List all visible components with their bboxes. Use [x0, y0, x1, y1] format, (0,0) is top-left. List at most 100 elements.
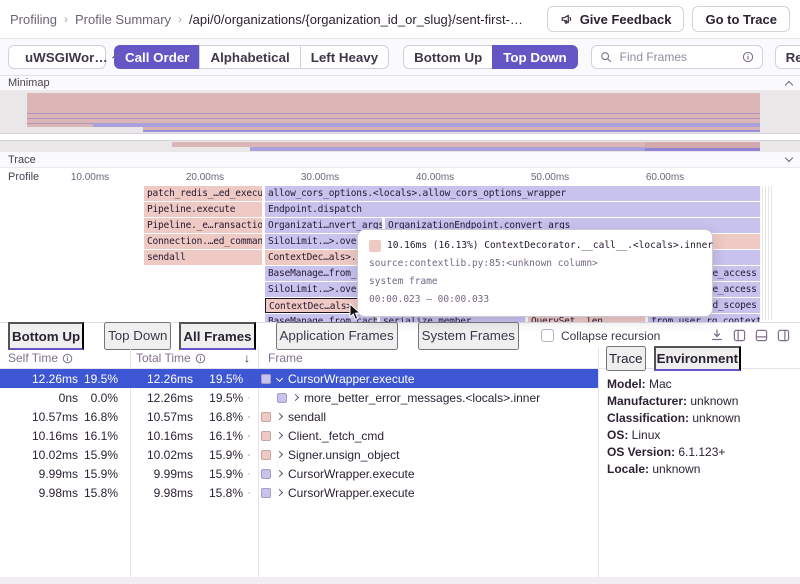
axis-tick: 60.00ms	[646, 172, 684, 183]
minimap-title: Minimap	[8, 77, 50, 89]
minimap-header[interactable]: Minimap	[0, 76, 800, 91]
axis-tick: 30.00ms	[301, 172, 339, 183]
trace-header[interactable]: Trace	[0, 152, 800, 168]
view-tab-bottom-up[interactable]: Bottom Up	[8, 322, 84, 350]
flamegraph-end-hatch	[762, 186, 773, 320]
flame-frame[interactable]: Endpoint.dispatch	[265, 202, 761, 217]
axis-tick: 40.00ms	[416, 172, 454, 183]
filter-tab-all-frames[interactable]: All Frames	[179, 322, 255, 350]
frame-column-header[interactable]: Frame	[258, 351, 598, 365]
chevron-right-icon[interactable]	[292, 394, 299, 401]
total-time-value: 9.98ms	[130, 486, 196, 500]
find-frames-search[interactable]	[591, 45, 763, 69]
give-feedback-button[interactable]: Give Feedback	[547, 6, 685, 32]
total-time-column-header[interactable]: Total Time ↓	[130, 351, 258, 365]
table-row[interactable]: 12.26ms19.5%12.26ms19.5%CursorWrapper.ex…	[0, 369, 598, 388]
download-icon[interactable]	[710, 328, 724, 342]
go-to-trace-button[interactable]: Go to Trace	[692, 6, 790, 32]
table-row[interactable]: 10.57ms16.8%10.57ms16.8%sendall	[0, 407, 598, 426]
frame-table: 12.26ms19.5%12.26ms19.5%CursorWrapper.ex…	[0, 369, 598, 502]
direction-option-bottom-up[interactable]: Bottom Up	[403, 45, 493, 69]
table-row[interactable]: 10.16ms16.1%10.16ms16.1%Client._fetch_cm…	[0, 426, 598, 445]
breadcrumb-profiling[interactable]: Profiling	[10, 12, 57, 27]
table-row[interactable]: 10.02ms15.9%10.02ms15.9%Signer.unsign_ob…	[0, 445, 598, 464]
thread-selector-dropdown[interactable]: uWSGIWor…	[8, 45, 106, 69]
chevron-down-icon[interactable]	[276, 375, 283, 382]
flame-frame[interactable]: patch_redis_…ed_execute	[144, 186, 263, 201]
frame-cell[interactable]: Signer.unsign_object	[258, 448, 598, 462]
table-row[interactable]: 9.99ms15.9%9.99ms15.9%CursorWrapper.exec…	[0, 464, 598, 483]
frame-cell[interactable]: sendall	[258, 410, 598, 424]
info-icon[interactable]	[62, 353, 73, 364]
search-icon	[600, 51, 612, 63]
info-icon[interactable]	[195, 353, 206, 364]
frame-cell[interactable]: Client._fetch_cmd	[258, 429, 598, 443]
minimap[interactable]	[0, 91, 800, 152]
sort-descending-icon[interactable]: ↓	[244, 351, 250, 365]
total-time-pct: 19.5%	[196, 391, 258, 405]
frame-cell[interactable]: CursorWrapper.execute	[258, 467, 598, 481]
frame-color-swatch	[369, 240, 381, 252]
tooltip-time-range: 00:00.023 — 00:00.033	[369, 291, 701, 309]
self-time-value: 10.57ms	[0, 410, 80, 424]
find-frames-input[interactable]	[618, 49, 736, 65]
layout-right-icon[interactable]	[777, 329, 790, 342]
frame-cell[interactable]: CursorWrapper.execute	[258, 372, 598, 386]
chevron-down-icon[interactable]	[785, 154, 793, 162]
sorting-option-left-heavy[interactable]: Left Heavy	[300, 45, 389, 69]
filter-tab-application-frames[interactable]: Application Frames	[276, 322, 398, 350]
direction-option-top-down[interactable]: Top Down	[492, 45, 577, 69]
chevron-right-icon[interactable]	[276, 432, 283, 439]
reset-zoom-button[interactable]: Reset Zoom	[775, 45, 800, 69]
chevron-up-icon[interactable]	[785, 80, 793, 88]
breadcrumb-transaction: /api/0/organizations/{organization_id_or…	[189, 12, 523, 27]
chevron-right-icon: ›	[64, 12, 68, 26]
flame-frame[interactable]: Pipeline._e…ransaction	[144, 218, 263, 233]
filter-tabs: All Frames Application Frames System Frame…	[171, 322, 519, 350]
frame-color-swatch	[261, 450, 271, 460]
flame-frame[interactable]: allow_cors_options.<locals>.allow_cors_o…	[265, 186, 761, 201]
total-time-value: 10.57ms	[130, 410, 196, 424]
chevron-right-icon[interactable]	[276, 413, 283, 420]
environment-line: OS: Linux	[607, 427, 800, 444]
total-time-pct: 15.9%	[196, 448, 258, 462]
frame-name: sendall	[288, 410, 326, 424]
panel-icon-buttons	[710, 328, 790, 342]
flame-frame[interactable]: Pipeline.execute	[144, 202, 263, 217]
self-time-column-header[interactable]: Self Time	[0, 351, 130, 365]
total-time-pct: 16.8%	[196, 410, 258, 424]
layout-bottom-icon[interactable]	[755, 329, 768, 342]
axis-tick: 50.00ms	[531, 172, 569, 183]
chevron-right-icon[interactable]	[276, 470, 283, 477]
time-axis: Profile 10.00ms20.00ms30.00ms40.00ms50.0…	[0, 168, 800, 186]
sorting-option-call-order[interactable]: Call Order	[114, 45, 200, 69]
collapse-recursion-checkbox[interactable]	[541, 329, 554, 342]
direction-segmented-control: Bottom UpTop Down	[403, 45, 578, 69]
frame-name: more_better_error_messages.<locals>.inne…	[304, 391, 540, 405]
collapse-recursion-toggle[interactable]: Collapse recursion	[541, 329, 660, 343]
environment-line: Classification: unknown	[607, 410, 800, 427]
frame-cell[interactable]: more_better_error_messages.<locals>.inne…	[258, 391, 598, 405]
chevron-right-icon[interactable]	[276, 489, 283, 496]
go-to-trace-label: Go to Trace	[705, 12, 777, 27]
filter-tab-system-frames[interactable]: System Frames	[418, 322, 519, 350]
table-row[interactable]: 0ns0.0%12.26ms19.5%more_better_error_mes…	[0, 388, 598, 407]
frame-color-swatch	[261, 374, 271, 384]
total-time-value: 10.16ms	[130, 429, 196, 443]
flame-frame[interactable]: sendall	[144, 250, 263, 265]
breadcrumb-profile-summary[interactable]: Profile Summary	[75, 12, 171, 27]
details-tab-environment[interactable]: Environment	[654, 346, 741, 371]
info-icon[interactable]	[742, 51, 754, 63]
self-time-value: 10.16ms	[0, 429, 80, 443]
give-feedback-label: Give Feedback	[580, 12, 672, 27]
self-time-pct: 0.0%	[80, 391, 130, 405]
frame-cell[interactable]: CursorWrapper.execute	[258, 486, 598, 500]
sorting-option-alphabetical[interactable]: Alphabetical	[199, 45, 300, 69]
view-tab-top-down[interactable]: Top Down	[104, 322, 171, 350]
table-row[interactable]: 9.98ms15.8%9.98ms15.8%CursorWrapper.exec…	[0, 483, 598, 502]
flame-frame[interactable]: Connection.…ed_command	[144, 234, 263, 249]
chevron-right-icon[interactable]	[276, 451, 283, 458]
layout-left-icon[interactable]	[733, 329, 746, 342]
details-tab-trace[interactable]: Trace	[606, 346, 646, 371]
axis-tick: 10.00ms	[71, 172, 109, 183]
